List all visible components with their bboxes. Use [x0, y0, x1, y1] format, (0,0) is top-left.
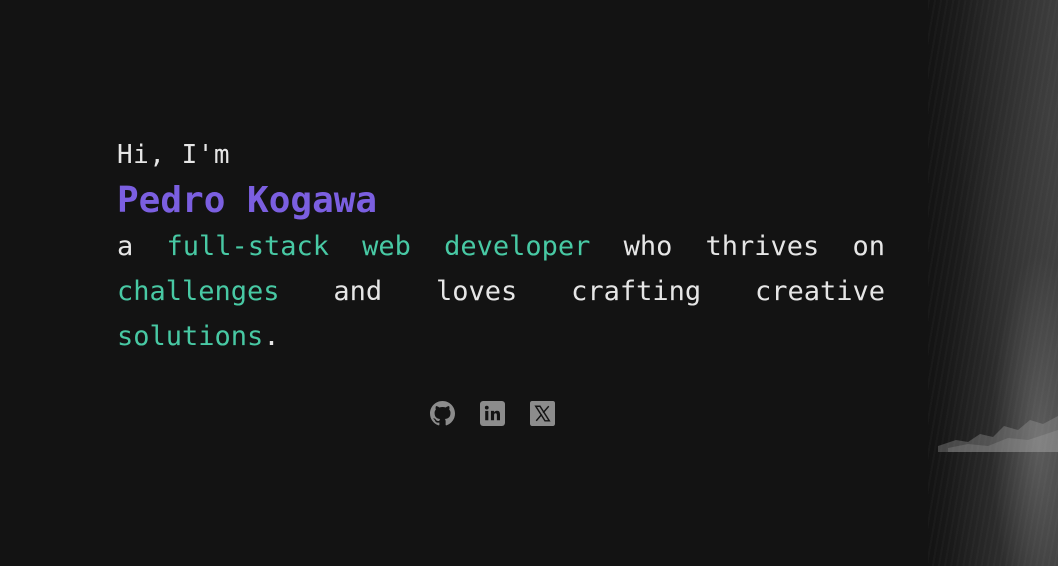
x-link[interactable]: [530, 401, 555, 426]
tagline-role: full-stack web developer: [166, 231, 591, 262]
tagline-text: a: [117, 231, 134, 262]
tagline-solutions: solutions: [117, 321, 264, 352]
linkedin-link[interactable]: [480, 401, 505, 426]
greeting-text: Hi, I'm: [117, 140, 231, 170]
github-icon: [430, 401, 455, 426]
tagline-challenges: challenges: [117, 276, 280, 307]
github-link[interactable]: [430, 401, 455, 426]
hero-section: Hi, I'm Pedro Kogawa a full-stack web de…: [117, 138, 885, 359]
background-ridge: [938, 416, 1058, 452]
developer-name: Pedro Kogawa: [117, 180, 378, 221]
tagline-text: and loves crafting creative: [333, 276, 885, 307]
background-texture: [928, 0, 1058, 566]
tagline-period: .: [263, 321, 280, 352]
linkedin-icon: [480, 401, 505, 426]
x-icon: [530, 401, 555, 426]
social-links: [430, 401, 555, 426]
tagline-text: who thrives on: [623, 231, 885, 262]
tagline: a full-stack web developer who thrives o…: [117, 224, 885, 359]
